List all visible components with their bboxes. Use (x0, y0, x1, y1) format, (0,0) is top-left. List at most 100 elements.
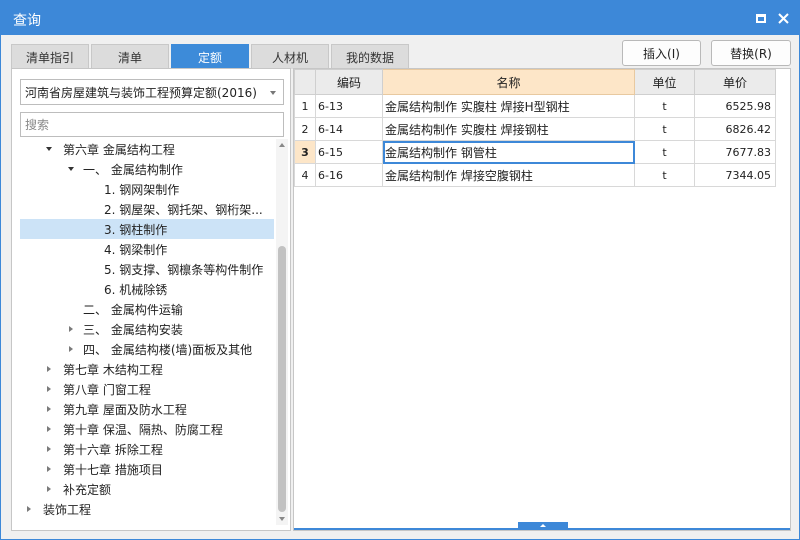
insert-button[interactable]: 插入(I) (622, 40, 701, 66)
tree-node[interactable]: 第七章 木结构工程 (20, 359, 274, 379)
expand-toggle[interactable] (25, 505, 33, 513)
cell-price[interactable]: 6826.42 (694, 117, 776, 141)
caret-right-icon (47, 386, 51, 392)
cell-price[interactable]: 7344.05 (694, 163, 776, 187)
panel-bottom-bar (294, 528, 790, 530)
tab-labor-material-machine[interactable]: 人材机 (251, 44, 329, 69)
tab-quota[interactable]: 定额 (171, 44, 249, 69)
search-input[interactable] (20, 112, 284, 137)
tree-node[interactable]: 第十七章 措施项目 (20, 459, 274, 479)
chapter-tree: 第六章 金属结构工程 一、 金属结构制作 1. 钢网架制作 2. 钢屋架、钢托架… (20, 139, 274, 525)
expand-toggle[interactable] (45, 145, 53, 153)
caret-right-icon (47, 486, 51, 492)
cell-unit[interactable]: t (634, 163, 695, 187)
collapse-handle[interactable] (518, 522, 568, 528)
expand-toggle[interactable] (67, 165, 75, 173)
tree-node-label: 4. 钢梁制作 (104, 242, 168, 257)
cell-unit[interactable]: t (634, 140, 695, 164)
tab-bill-guide[interactable]: 清单指引 (11, 44, 89, 69)
tree-node-label: 第七章 木结构工程 (63, 362, 163, 377)
chevron-up-icon (540, 523, 546, 527)
tree-node[interactable]: 四、 金属结构楼(墙)面板及其他 (20, 339, 274, 359)
table-row[interactable]: 1 6-13 金属结构制作 实腹柱 焊接H型钢柱 t 6525.98 (294, 94, 776, 118)
cell-code[interactable]: 6-15 (315, 140, 383, 164)
column-header-code[interactable]: 编码 (315, 69, 383, 95)
column-header-price[interactable]: 单价 (694, 69, 776, 95)
tree-node[interactable]: 装饰工程 (20, 499, 274, 519)
table-row[interactable]: 2 6-14 金属结构制作 实腹柱 焊接钢柱 t 6826.42 (294, 117, 776, 141)
caret-right-icon (47, 466, 51, 472)
cell-name[interactable]: 金属结构制作 钢管柱 (382, 140, 635, 164)
tree-node[interactable]: 一、 金属结构制作 (20, 159, 274, 179)
cell-price[interactable]: 6525.98 (694, 94, 776, 118)
column-header-name[interactable]: 名称 (382, 69, 635, 95)
tree-node-label: 三、 金属结构安装 (83, 322, 183, 337)
expand-toggle[interactable] (45, 445, 53, 453)
tree-node-selected[interactable]: 3. 钢柱制作 (20, 219, 274, 239)
tree-node-label: 第十章 保温、隔热、防腐工程 (63, 422, 223, 437)
tree-node[interactable]: 4. 钢梁制作 (20, 239, 274, 259)
maximize-button[interactable] (752, 9, 770, 27)
tab-label: 定额 (197, 50, 222, 65)
tree-node[interactable]: 2. 钢屋架、钢托架、钢桁架... (20, 199, 274, 219)
tree-node-label: 装饰工程 (43, 502, 92, 517)
tree-node[interactable]: 三、 金属结构安装 (20, 319, 274, 339)
cell-name[interactable]: 金属结构制作 实腹柱 焊接钢柱 (382, 117, 635, 141)
caret-right-icon (69, 346, 73, 352)
tree-scrollbar[interactable] (276, 139, 288, 525)
expand-toggle[interactable] (67, 345, 75, 353)
table-row-current[interactable]: 3 6-15 金属结构制作 钢管柱 t 7677.83 (294, 140, 776, 164)
close-button[interactable] (774, 9, 792, 27)
row-number: 2 (294, 117, 316, 141)
cell-name[interactable]: 金属结构制作 焊接空腹钢柱 (382, 163, 635, 187)
tab-bill[interactable]: 清单 (91, 44, 169, 69)
tab-label: 我的数据 (345, 50, 394, 65)
cell-unit[interactable]: t (634, 94, 695, 118)
replace-button[interactable]: 替换(R) (711, 40, 791, 66)
tree-node[interactable]: 二、 金属构件运输 (20, 299, 274, 319)
tree-node[interactable]: 6. 机械除锈 (20, 279, 274, 299)
scroll-down-icon[interactable] (279, 517, 285, 521)
expand-toggle[interactable] (67, 325, 75, 333)
expand-toggle[interactable] (45, 405, 53, 413)
tree-node[interactable]: 补充定额 (20, 479, 274, 499)
scroll-up-icon[interactable] (279, 143, 285, 147)
cell-price[interactable]: 7677.83 (694, 140, 776, 164)
expand-toggle[interactable] (45, 425, 53, 433)
tree-node-label: 第六章 金属结构工程 (63, 142, 175, 157)
tree-node-label: 一、 金属结构制作 (83, 162, 183, 177)
corner-header (294, 69, 316, 95)
cell-name[interactable]: 金属结构制作 实腹柱 焊接H型钢柱 (382, 94, 635, 118)
tree-node-label: 2. 钢屋架、钢托架、钢桁架... (104, 202, 263, 217)
caret-right-icon (47, 426, 51, 432)
tree-node[interactable]: 1. 钢网架制作 (20, 179, 274, 199)
tree-node[interactable]: 第六章 金属结构工程 (20, 139, 274, 159)
cell-unit[interactable]: t (634, 117, 695, 141)
expand-toggle[interactable] (45, 485, 53, 493)
tree-node[interactable]: 第十章 保温、隔热、防腐工程 (20, 419, 274, 439)
tree-node[interactable]: 5. 钢支撑、钢檩条等构件制作 (20, 259, 274, 279)
expand-toggle[interactable] (45, 385, 53, 393)
tree-node[interactable]: 第九章 屋面及防水工程 (20, 399, 274, 419)
table-row[interactable]: 4 6-16 金属结构制作 焊接空腹钢柱 t 7344.05 (294, 163, 776, 187)
cell-code[interactable]: 6-16 (315, 163, 383, 187)
row-number: 1 (294, 94, 316, 118)
tab-my-data[interactable]: 我的数据 (331, 44, 409, 69)
tree-node[interactable]: 第八章 门窗工程 (20, 379, 274, 399)
title-bar[interactable]: 查询 (1, 1, 799, 35)
column-header-unit[interactable]: 单位 (634, 69, 695, 95)
caret-right-icon (47, 366, 51, 372)
expand-toggle[interactable] (45, 365, 53, 373)
cell-code[interactable]: 6-13 (315, 94, 383, 118)
tab-label: 人材机 (271, 50, 308, 65)
scrollbar-thumb[interactable] (278, 246, 286, 512)
quota-tree-panel: 河南省房屋建筑与装饰工程预算定额(2016) 第六章 金属结构工程 一、 金属结… (11, 68, 291, 531)
cell-code[interactable]: 6-14 (315, 117, 383, 141)
expand-toggle[interactable] (45, 465, 53, 473)
quota-library-select[interactable]: 河南省房屋建筑与装饰工程预算定额(2016) (20, 79, 284, 105)
caret-right-icon (69, 326, 73, 332)
tree-node-label: 第八章 门窗工程 (63, 382, 151, 397)
tree-node-label: 补充定额 (63, 482, 112, 497)
maximize-icon (756, 13, 766, 23)
tree-node[interactable]: 第十六章 拆除工程 (20, 439, 274, 459)
